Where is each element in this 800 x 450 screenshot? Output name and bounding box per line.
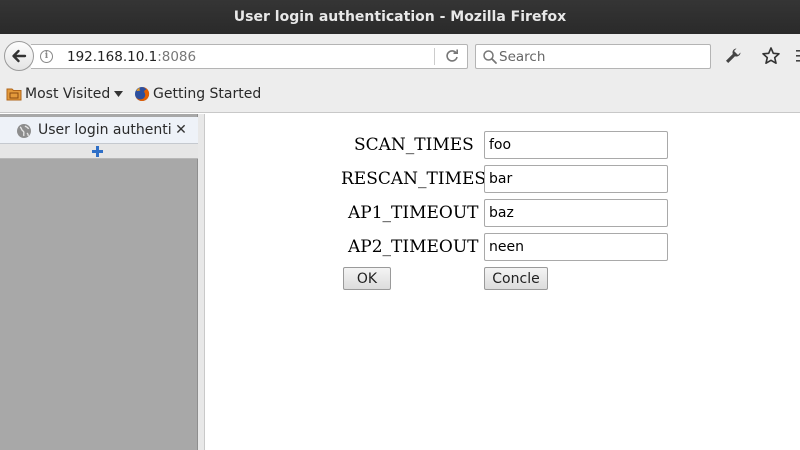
url-bar[interactable]: i 192.168.10.1:8086: [31, 44, 468, 69]
tab-user-login[interactable]: User login authentication ✕: [0, 117, 198, 144]
window-titlebar: User login authentication - Mozilla Fire…: [0, 0, 800, 34]
reload-icon[interactable]: [443, 47, 461, 65]
folder-icon: [6, 88, 22, 101]
search-input[interactable]: [499, 47, 704, 66]
ok-button[interactable]: OK: [343, 267, 391, 290]
bookmark-label: Getting Started: [153, 86, 262, 102]
url-port: :8086: [157, 49, 197, 65]
ap2-timeout-input[interactable]: [484, 233, 668, 261]
overflow-menu-icon[interactable]: [791, 46, 800, 66]
label-ap2-timeout: AP2_TIMEOUT: [348, 237, 479, 257]
ap1-timeout-input[interactable]: [484, 199, 668, 227]
rescan-times-input[interactable]: [484, 165, 668, 193]
tab-label: User login authentication: [38, 122, 172, 138]
wrench-icon[interactable]: [723, 46, 743, 66]
bookmark-getting-started[interactable]: Getting Started: [134, 86, 261, 102]
url-host: 192.168.10.1: [67, 49, 158, 65]
back-button[interactable]: [4, 41, 34, 71]
back-arrow-icon: [12, 49, 27, 63]
window-title: User login authentication - Mozilla Fire…: [233, 9, 567, 25]
search-icon: [483, 50, 497, 64]
search-bar[interactable]: [475, 44, 711, 69]
page-content: SCAN_TIMES RESCAN_TIMES AP1_TIMEOUT AP2_…: [205, 114, 800, 450]
chevron-down-icon: [114, 91, 124, 97]
label-ap1-timeout: AP1_TIMEOUT: [348, 203, 479, 223]
globe-icon: [17, 124, 31, 138]
url-divider: [434, 48, 435, 65]
plus-icon: [92, 146, 103, 157]
new-tab-button[interactable]: [0, 144, 198, 159]
tab-sidebar: User login authentication ✕: [0, 114, 198, 450]
bookmark-label: Most Visited: [25, 86, 111, 102]
bookmarks-toolbar: Most Visited Getting Started: [0, 79, 800, 113]
info-icon[interactable]: i: [40, 50, 53, 63]
label-rescan-times: RESCAN_TIMES: [341, 169, 487, 189]
url-text[interactable]: 192.168.10.1:8086: [67, 49, 196, 65]
bookmark-most-visited[interactable]: Most Visited: [6, 86, 126, 102]
cancel-button[interactable]: Concle: [484, 267, 548, 290]
firefox-logo-icon: [135, 86, 150, 101]
navigation-toolbar: i 192.168.10.1:8086: [0, 34, 800, 79]
scan-times-input[interactable]: [484, 131, 668, 159]
label-scan-times: SCAN_TIMES: [354, 135, 474, 155]
bookmark-star-icon[interactable]: [760, 45, 782, 67]
sidebar-splitter[interactable]: [198, 114, 205, 450]
close-icon[interactable]: ✕: [174, 122, 188, 138]
